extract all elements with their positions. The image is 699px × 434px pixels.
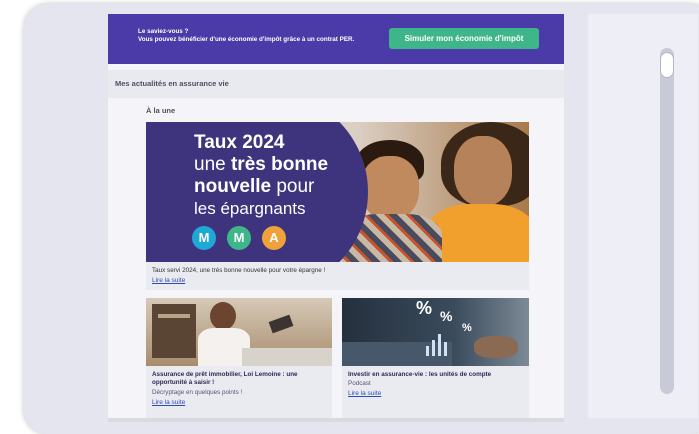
hero-line-3: nouvelle pour — [194, 176, 314, 198]
thumb-hand — [474, 336, 518, 358]
hero-line-4: les épargnants — [194, 199, 306, 218]
hero-line-2-pre: une — [194, 154, 231, 175]
simulate-tax-button[interactable]: Simuler mon économie d'impôt — [389, 28, 539, 49]
woman-face — [454, 136, 512, 206]
bottom-fade — [108, 418, 564, 422]
thumb-desk — [242, 348, 332, 366]
percent-icon: % — [462, 322, 472, 334]
article-title[interactable]: Investir en assurance-vie : les unités d… — [348, 371, 491, 378]
promo-text: Le saviez-vous ? Vous pouvez bénéficier … — [138, 28, 354, 44]
hero-line-3-bold: nouvelle — [194, 176, 272, 197]
chart-bar-icon — [444, 342, 447, 356]
unit-linked-thumbnail[interactable]: % % % — [342, 298, 529, 366]
boy-face — [361, 156, 419, 220]
chart-bar-icon — [438, 334, 441, 356]
chart-bar-icon — [426, 346, 429, 356]
article-subtitle: Décryptage en quelques points ! — [152, 389, 243, 396]
loan-insurance-thumbnail[interactable] — [146, 298, 332, 366]
section-title: Mes actualités en assurance vie — [115, 79, 229, 88]
thumb-shelf — [152, 304, 196, 358]
featured-article-card[interactable]: Taux 2024 une très bonne nouvelle pour l… — [146, 122, 529, 290]
hero-title: Taux 2024 — [194, 132, 285, 153]
article-card-unit-linked[interactable]: % % % Investir en assurance-vie : les un… — [342, 298, 529, 422]
percent-icon: % — [440, 308, 453, 324]
article-title-line-1[interactable]: Assurance de prêt immobilier, Loi Lemoin… — [152, 371, 298, 378]
page-content: Le saviez-vous ? Vous pouvez bénéficier … — [108, 14, 564, 422]
section-header: Mes actualités en assurance vie — [108, 70, 564, 98]
hero-line-2-bold: très bonne — [230, 154, 329, 175]
mma-logo-a-icon: A — [262, 226, 286, 250]
tax-promo-banner: Le saviez-vous ? Vous pouvez bénéficier … — [108, 14, 564, 64]
chart-bar-icon — [432, 340, 435, 356]
thumb-shelf-board — [158, 314, 190, 318]
thumb-laptop — [342, 342, 452, 366]
featured-read-more-link[interactable]: Lire la suite — [152, 277, 185, 284]
featured-hero-image[interactable]: Taux 2024 une très bonne nouvelle pour l… — [146, 122, 529, 262]
article-read-more-link[interactable]: Lire la suite — [152, 399, 185, 406]
article-card-loan-insurance[interactable]: Assurance de prêt immobilier, Loi Lemoin… — [146, 298, 332, 422]
article-read-more-link[interactable]: Lire la suite — [348, 390, 381, 397]
percent-icon: % — [416, 298, 433, 318]
promo-line-1: Le saviez-vous ? — [138, 28, 189, 35]
thumb-person-head — [210, 302, 236, 330]
side-panel — [588, 14, 698, 418]
hero-line-2: une très bonne — [194, 154, 328, 176]
mma-logo-m2-icon: M — [227, 226, 251, 250]
scrollbar-thumb[interactable] — [660, 52, 674, 78]
hero-line-3-post: pour — [271, 176, 315, 197]
scrollbar-track[interactable] — [660, 48, 674, 394]
lamp-icon — [268, 314, 294, 334]
article-title-line-2[interactable]: opportunité à saisir ! — [152, 379, 214, 386]
featured-article-title[interactable]: Taux servi 2024, une très bonne nouvelle… — [152, 267, 325, 274]
featured-heading: À la une — [146, 106, 176, 115]
mma-logo-m1-icon: M — [192, 226, 216, 250]
promo-line-2: Vous pouvez bénéficier d'une économie d'… — [138, 36, 355, 43]
article-subtitle: Podcast — [348, 380, 371, 387]
